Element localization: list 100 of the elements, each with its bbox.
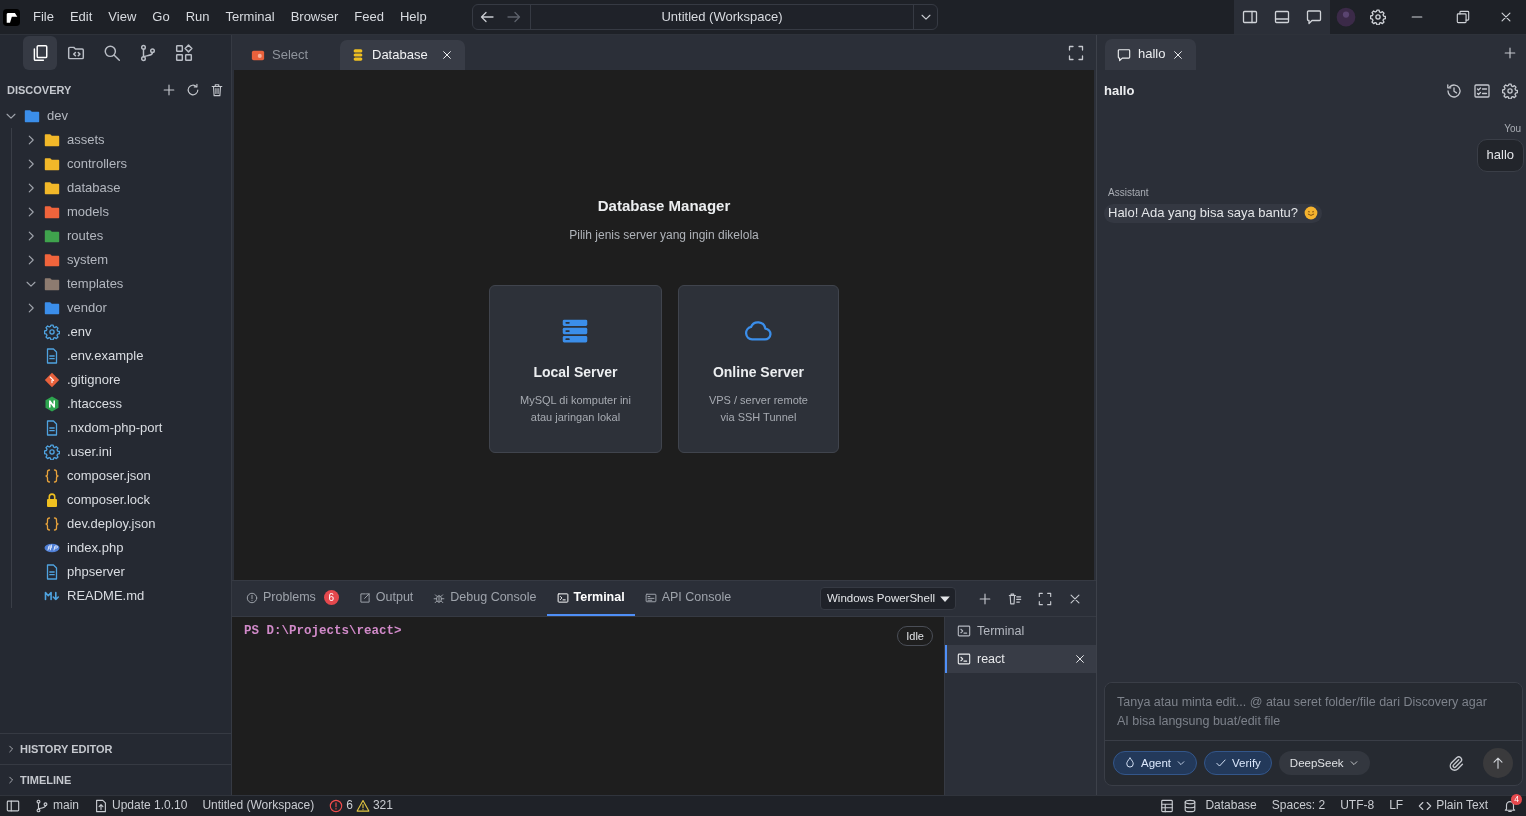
- status-item[interactable]: Database: [1205, 798, 1257, 814]
- editor-tab[interactable]: Select: [240, 40, 330, 70]
- plus-icon[interactable]: [162, 83, 176, 97]
- menu-item[interactable]: Feed: [346, 8, 392, 26]
- folder-name[interactable]: dev: [47, 107, 68, 125]
- refresh-icon[interactable]: [186, 83, 200, 97]
- close-icon[interactable]: [1074, 653, 1086, 665]
- chat-icon[interactable]: [1306, 9, 1322, 25]
- chat-input[interactable]: Tanya atau minta edit... @ atau seret folder/file dari Discovery agar AI bisa langsung buat/edit file: [1105, 683, 1522, 741]
- folder-name[interactable]: system: [67, 251, 109, 269]
- workspace-title[interactable]: Untitled (Workspace): [661, 8, 783, 26]
- send-button[interactable]: [1483, 748, 1513, 778]
- plus-icon[interactable]: [978, 591, 992, 606]
- warning-icon[interactable]: [355, 799, 370, 813]
- code-icon[interactable]: [1418, 799, 1433, 813]
- folder-name[interactable]: assets: [67, 131, 105, 149]
- layout-icon[interactable]: [1160, 799, 1175, 813]
- folder-name[interactable]: vendor: [67, 299, 107, 317]
- file-name[interactable]: composer.lock: [67, 491, 151, 509]
- file-name[interactable]: README.md: [67, 587, 145, 605]
- trash-list-icon[interactable]: [1008, 591, 1022, 606]
- checklist-icon[interactable]: [1474, 83, 1490, 99]
- dropdown-button[interactable]: Agent: [1113, 751, 1198, 775]
- trash-icon[interactable]: [210, 83, 224, 97]
- menu-item[interactable]: File: [25, 8, 62, 26]
- gear-icon: [44, 324, 60, 340]
- close-icon[interactable]: [440, 49, 453, 61]
- folder-name[interactable]: database: [67, 179, 121, 197]
- menu-item[interactable]: Terminal: [217, 8, 283, 26]
- status-item[interactable]: LF: [1389, 798, 1404, 814]
- file-name[interactable]: phpserver: [67, 563, 125, 581]
- server-option-card[interactable]: Online Server VPS / server remote via SSH Tunnel: [677, 285, 839, 454]
- folder-name[interactable]: templates: [67, 275, 124, 293]
- panel-bottom-icon[interactable]: [1274, 9, 1290, 25]
- terminal-list-item[interactable]: Terminal: [945, 617, 1096, 645]
- update-icon[interactable]: [94, 799, 108, 813]
- settings-icon[interactable]: [1502, 83, 1518, 99]
- fullscreen-icon[interactable]: [1038, 591, 1052, 606]
- chat-title: hallo: [1104, 82, 1136, 100]
- plus-icon[interactable]: [1503, 45, 1517, 60]
- server-option-card[interactable]: Local Server MySQL di komputer ini atau jaringan lokal: [489, 285, 662, 454]
- folder-name[interactable]: routes: [67, 227, 104, 245]
- panel-icon[interactable]: [6, 799, 20, 813]
- panel-tab[interactable]: Output: [348, 581, 424, 616]
- terminal-list-item[interactable]: react: [945, 645, 1096, 673]
- menu-item[interactable]: Go: [144, 8, 178, 26]
- menu-item[interactable]: Run: [177, 8, 218, 26]
- chevron-right-icon[interactable]: [6, 775, 16, 785]
- error-count[interactable]: 6: [346, 798, 353, 814]
- settings-icon[interactable]: [1370, 9, 1386, 25]
- status-item[interactable]: Spaces: 2: [1271, 798, 1326, 814]
- close-icon[interactable]: [1499, 10, 1513, 24]
- status-item[interactable]: UTF-8: [1340, 798, 1375, 814]
- menu-item[interactable]: Help: [391, 8, 435, 26]
- file-name[interactable]: .nxdom-php-port: [67, 419, 163, 437]
- shell-dropdown[interactable]: Windows PowerShell: [820, 587, 956, 610]
- fullscreen-icon[interactable]: [1068, 44, 1084, 61]
- chat-tab[interactable]: hallo: [1105, 39, 1197, 70]
- workspace-name[interactable]: Untitled (Workspace): [202, 798, 315, 814]
- file-name[interactable]: index.php: [67, 539, 124, 557]
- paperclip-icon[interactable]: [1447, 754, 1464, 772]
- restore-icon[interactable]: [1456, 10, 1470, 24]
- editor-tab[interactable]: Database: [340, 40, 465, 70]
- diamond-icon: [44, 372, 60, 388]
- file-name[interactable]: composer.json: [67, 467, 151, 485]
- error-icon[interactable]: [329, 799, 344, 813]
- menu-item[interactable]: Edit: [61, 8, 101, 26]
- alert-circle-icon: [246, 591, 258, 604]
- menu-item[interactable]: View: [100, 8, 145, 26]
- window-icon: [251, 48, 265, 62]
- folder-name[interactable]: controllers: [67, 155, 127, 173]
- branch-icon[interactable]: [35, 799, 49, 813]
- chevron-right-icon[interactable]: [6, 744, 16, 754]
- file-name[interactable]: dev.deploy.json: [67, 515, 156, 533]
- section-title[interactable]: TIMELINE: [20, 772, 72, 788]
- file-name[interactable]: .gitignore: [67, 371, 121, 389]
- menu-item[interactable]: Browser: [282, 8, 347, 26]
- history-icon[interactable]: [1446, 83, 1462, 99]
- bug-icon: [433, 591, 446, 604]
- close-icon[interactable]: [1172, 48, 1185, 61]
- file-name[interactable]: .htaccess: [67, 395, 122, 413]
- panel-tab[interactable]: API Console: [634, 581, 742, 616]
- warning-count[interactable]: 321: [372, 798, 393, 814]
- activity-button[interactable]: [23, 36, 57, 70]
- language-mode[interactable]: Plain Text: [1436, 798, 1488, 814]
- branch-name[interactable]: main: [53, 798, 79, 814]
- page-heading: Database Manager: [597, 196, 731, 215]
- section-title[interactable]: HISTORY EDITOR: [20, 741, 113, 757]
- dropdown-button[interactable]: DeepSeek: [1278, 751, 1370, 775]
- file-name[interactable]: .env.example: [67, 347, 144, 365]
- panel-tab[interactable]: Problems 6: [236, 581, 349, 616]
- file-name[interactable]: .env: [67, 323, 92, 341]
- database-icon[interactable]: [1183, 799, 1198, 813]
- panel-icon[interactable]: [1242, 9, 1258, 25]
- panel-tab[interactable]: Debug Console: [423, 581, 547, 616]
- file-name[interactable]: .user.ini: [67, 443, 112, 461]
- arrow-left-icon[interactable]: [479, 9, 495, 25]
- folder-name[interactable]: models: [67, 203, 109, 221]
- toggle-button[interactable]: Verify: [1204, 751, 1272, 775]
- update-label[interactable]: Update 1.0.10: [112, 798, 188, 814]
